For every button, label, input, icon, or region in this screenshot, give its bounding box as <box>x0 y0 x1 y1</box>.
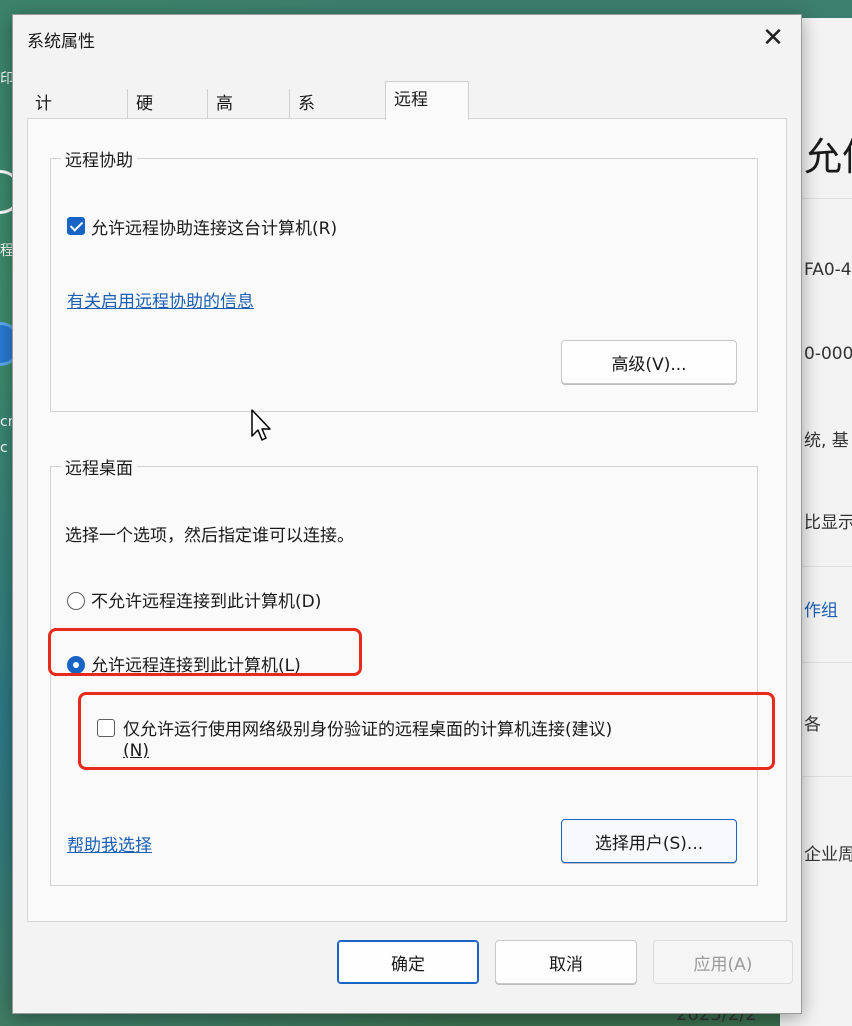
help-me-choose-link[interactable]: 帮助我选择 <box>67 831 152 856</box>
system-properties-dialog: 系统属性 ✕ 计算机名 硬件 高级 系统保护 远程 远程协助 允许远程协助连接这… <box>12 14 802 1014</box>
remote-assistance-info-link[interactable]: 有关启用远程协助的信息 <box>67 287 254 312</box>
highlight-allow-remote <box>48 628 362 676</box>
remote-desktop-group: 远程桌面 选择一个选项，然后指定谁可以连接。 不允许远程连接到此计算机(D) 允… <box>50 454 758 886</box>
tab-hardware[interactable]: 硬件 <box>127 89 161 144</box>
close-button[interactable]: ✕ <box>745 15 801 61</box>
dialog-title: 系统属性 <box>27 32 95 52</box>
background-window-text: 各 <box>804 715 821 735</box>
deny-remote-radio[interactable] <box>67 592 85 610</box>
background-window-link[interactable]: 作组 <box>804 596 838 621</box>
allow-remote-assistance-label[interactable]: 允许远程协助连接这台计算机(R) <box>91 214 337 239</box>
mouse-cursor-icon <box>251 409 271 441</box>
background-window-text: 企业周 <box>804 845 852 865</box>
highlight-nla-option <box>78 692 775 770</box>
apply-button[interactable]: 应用(A) <box>653 940 793 984</box>
remote-assistance-title: 远程协助 <box>61 146 137 171</box>
remote-desktop-title: 远程桌面 <box>61 454 137 479</box>
deny-remote-label[interactable]: 不允许远程连接到此计算机(D) <box>91 587 321 612</box>
select-users-button[interactable]: 选择用户(S)... <box>561 819 737 863</box>
ok-button[interactable]: 确定 <box>337 940 479 984</box>
background-window-text: 比显示 <box>804 513 852 533</box>
background-window-text: 0-000 <box>804 344 852 364</box>
remote-tab-panel: 远程协助 允许远程协助连接这台计算机(R) 有关启用远程协助的信息 高级(V).… <box>27 118 787 922</box>
tab-remote[interactable]: 远程 <box>385 81 469 120</box>
cancel-button[interactable]: 取消 <box>495 940 637 984</box>
tab-advanced[interactable]: 高级 <box>207 89 241 144</box>
background-window-heading: 允信 <box>804 135 852 179</box>
remote-assistance-group: 远程协助 允许远程协助连接这台计算机(R) 有关启用远程协助的信息 高级(V).… <box>50 146 758 412</box>
tab-computer-name[interactable]: 计算机名 <box>27 89 60 204</box>
remote-desktop-instruction: 选择一个选项，然后指定谁可以连接。 <box>65 526 354 546</box>
tab-system-protection[interactable]: 系统保护 <box>289 89 323 204</box>
advanced-button[interactable]: 高级(V)... <box>561 340 737 384</box>
background-window-text: FA0-4 <box>804 260 852 280</box>
allow-remote-assistance-checkbox[interactable] <box>67 217 85 235</box>
close-icon: ✕ <box>762 23 784 53</box>
background-window-text: 统, 基 <box>804 431 849 451</box>
desktop-icon-label: c <box>0 440 8 456</box>
dialog-titlebar[interactable]: 系统属性 ✕ <box>13 15 801 63</box>
